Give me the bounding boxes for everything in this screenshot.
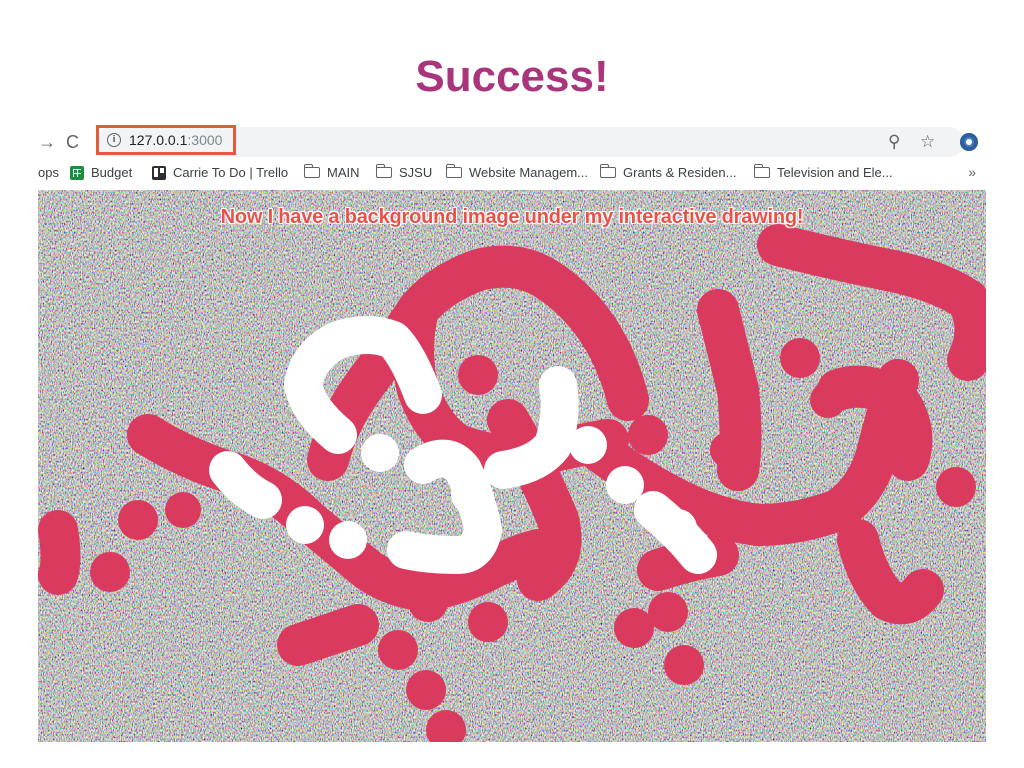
white-dot (659, 509, 697, 547)
folder-icon (753, 164, 770, 178)
pink-dot (710, 432, 746, 468)
bookmark-label: ops (38, 165, 59, 180)
bookmark-folder-grants[interactable]: Grants & Residen... (599, 164, 737, 180)
bookmark-label: Website Managem... (469, 165, 588, 180)
pink-dot (458, 355, 498, 395)
pink-dot (90, 552, 130, 592)
bookmark-label: Grants & Residen... (623, 165, 737, 180)
bookmark-folder-sjsu[interactable]: SJSU (375, 164, 433, 180)
white-dot (606, 466, 644, 504)
bookmark-label: Carrie To Do | Trello (173, 165, 289, 180)
url-host: 127.0.0.1 (129, 132, 188, 148)
canvas-svg[interactable] (38, 190, 986, 742)
white-dot (329, 521, 367, 559)
folder-icon (303, 164, 320, 178)
zoom-icon[interactable]: ⚲ (888, 130, 900, 154)
sheets-icon (70, 165, 84, 180)
bookmark-folder-main[interactable]: MAIN (303, 164, 360, 180)
extension-icon[interactable] (960, 133, 978, 151)
pink-dot (468, 602, 508, 642)
pink-dot (406, 670, 446, 710)
bookmark-folder-website[interactable]: Website Managem... (445, 164, 588, 180)
pink-dot (780, 338, 820, 378)
bookmarks-bar: ops Budget Carrie To Do | Trello MAIN SJ… (38, 160, 986, 186)
url-port: :3000 (187, 132, 223, 148)
pink-dot (118, 500, 158, 540)
bookmark-budget[interactable]: Budget (70, 165, 132, 180)
pink-stroke (38, 510, 81, 595)
pink-dot (165, 492, 201, 528)
forward-icon[interactable]: → (38, 130, 56, 154)
bookmark-label: Television and Ele... (777, 165, 893, 180)
slide-title: Success! (415, 52, 609, 101)
pink-dot (810, 382, 846, 418)
white-dot (286, 506, 324, 544)
folder-icon (599, 164, 616, 178)
bookmarks-overflow-icon[interactable]: » (968, 164, 976, 180)
bookmark-trello[interactable]: Carrie To Do | Trello (152, 165, 288, 180)
pink-dot (664, 645, 704, 685)
folder-icon (375, 164, 392, 178)
pink-dot (628, 415, 668, 455)
bookmark-label: Budget (91, 165, 133, 180)
bookmark-label: SJSU (399, 165, 433, 180)
drawing-canvas[interactable]: Now I have a background image under my i… (38, 190, 986, 742)
pink-dot (936, 467, 976, 507)
pink-dot (648, 592, 688, 632)
bookmark-folder-television[interactable]: Television and Ele... (753, 164, 893, 180)
bookmark-apps[interactable]: ops (38, 165, 59, 180)
reload-icon[interactable]: C (66, 130, 79, 154)
bookmark-label: MAIN (327, 165, 360, 180)
folder-icon (445, 164, 462, 178)
white-dot (569, 426, 607, 464)
pink-dot (378, 630, 418, 670)
pink-dot (614, 608, 654, 648)
white-dot (361, 434, 399, 472)
info-icon[interactable]: i (107, 133, 121, 147)
pink-dot (408, 582, 448, 622)
white-stroke (209, 451, 282, 519)
browser-toolbar: → C i 127.0.0.1:3000 ⚲ ☆ (38, 124, 1024, 160)
white-dot (451, 476, 489, 514)
pink-stroke (277, 604, 379, 666)
trello-icon (152, 165, 166, 180)
bookmark-star-icon[interactable]: ☆ (920, 130, 935, 154)
url-highlight-box[interactable]: i 127.0.0.1:3000 (96, 125, 236, 155)
